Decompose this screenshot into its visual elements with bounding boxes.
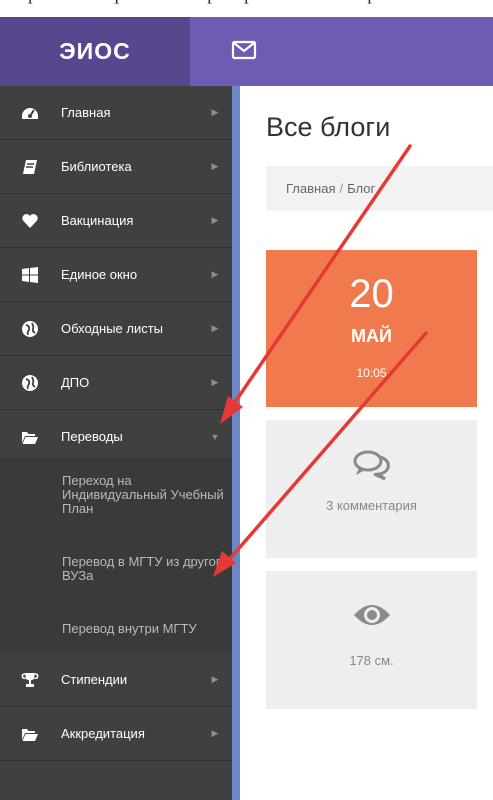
sidebar-item-bypass-sheets[interactable]: Обходные листы ▶ (0, 302, 232, 356)
post-date-box: 20 МАЙ 10:05 (266, 250, 477, 407)
breadcrumb-separator: / (339, 181, 344, 196)
globe-icon (21, 374, 39, 392)
folder-open-icon (21, 725, 39, 743)
chevron-right-icon: ▶ (211, 674, 219, 684)
chevron-down-icon: ▼ (210, 431, 220, 442)
sidebar-item-library[interactable]: Библиотека ▶ (0, 140, 232, 194)
views-count: 178 см. (349, 653, 394, 668)
chevron-right-icon: ▶ (211, 323, 219, 333)
globe-icon (21, 320, 39, 338)
comments-box[interactable]: 3 комментария (266, 420, 477, 558)
post-time: 10:05 (356, 366, 387, 380)
sidebar-item-label: Главная (61, 105, 111, 120)
sidebar-item-single-window[interactable]: Единое окно ▶ (0, 248, 232, 302)
breadcrumb: Главная / Блог / (266, 166, 493, 211)
breadcrumb-home-link[interactable]: Главная (286, 181, 335, 196)
chevron-right-icon: ▶ (211, 161, 219, 171)
sidebar-item-label: Единое окно (61, 267, 138, 282)
comments-count: 3 комментария (326, 498, 417, 513)
brand-logo[interactable]: ЭИОС (0, 17, 190, 86)
sidebar-item-dpo[interactable]: ДПО ▶ (0, 356, 232, 410)
dashboard-icon (21, 104, 39, 122)
sidebar-item-scholarships[interactable]: Стипендии ▶ (0, 653, 232, 707)
eye-icon (266, 601, 477, 629)
trophy-icon (21, 671, 39, 689)
comments-icon (266, 450, 477, 480)
chevron-right-icon: ▶ (211, 107, 219, 117)
page-title: Все блоги (266, 112, 391, 142)
sidebar-item-label: Обходные листы (61, 321, 164, 336)
windows-icon (21, 266, 39, 284)
post-day: 20 (349, 272, 394, 316)
chevron-right-icon: ▶ (211, 269, 219, 279)
heart-icon (21, 212, 39, 230)
sidebar-item-home[interactable]: Главная ▶ (0, 86, 232, 140)
sidebar-item-vaccination[interactable]: Вакцинация ▶ (0, 194, 232, 248)
folder-open-icon (21, 428, 39, 446)
sidebar-item-label: Библиотека (61, 159, 132, 174)
top-header: ЭИОС (0, 17, 493, 86)
sidebar-item-label: Аккредитация (61, 726, 145, 741)
chevron-right-icon: ▶ (211, 377, 219, 387)
submenu-item-internal-transfer[interactable]: Перевод внутри МГТУ (62, 622, 230, 636)
sidebar-item-label: ДПО (61, 375, 90, 390)
sidebar-item-accreditation[interactable]: Аккредитация ▶ (0, 707, 232, 761)
chevron-right-icon: ▶ (211, 728, 219, 738)
envelope-icon[interactable] (231, 37, 257, 63)
breadcrumb-blog-link[interactable]: Блог (347, 181, 375, 196)
sidebar-item-label: Вакцинация (61, 213, 134, 228)
chevron-right-icon: ▶ (211, 215, 219, 225)
cropped-text-fragment: ᵃ ᵖ ᵉ ᶜ ᵗ ᵒ ᵖ ᵒ ⁿ ⁿ ᵃ ᵖ ᵒ ᵖ ᵃ ʳ ʳ ᵃ ʰ ᵃ … (0, 0, 493, 17)
transfers-submenu: Переход на Индивидуальный Учебный План П… (0, 458, 232, 653)
sidebar-item-label: Переводы (61, 429, 123, 444)
post-month: МАЙ (351, 326, 392, 346)
sidebar-item-transfers[interactable]: Переводы ▼ (0, 410, 232, 464)
sidebar-item-label: Стипендии (61, 672, 128, 687)
submenu-item-transfer-from-other-university[interactable]: Перевод в МГТУ из другого ВУЗа (62, 555, 230, 583)
book-icon (21, 158, 39, 176)
submenu-item-individual-plan[interactable]: Переход на Индивидуальный Учебный План (62, 474, 230, 516)
breadcrumb-separator: / (379, 181, 383, 196)
sidebar-scrollbar[interactable] (232, 86, 240, 800)
views-box: 178 см. (266, 571, 477, 709)
